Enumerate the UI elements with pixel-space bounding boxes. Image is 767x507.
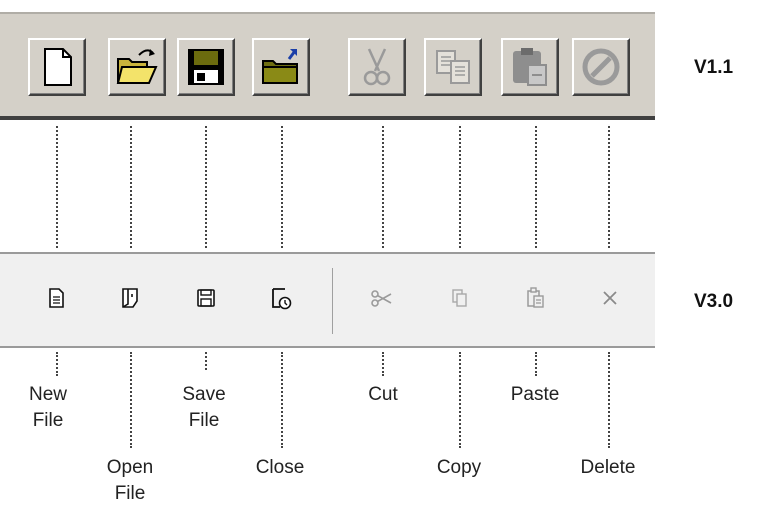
toolbar-v1-bottom-shadow	[0, 116, 655, 120]
caption-copy: Copy	[414, 455, 504, 481]
scissors-icon	[363, 48, 391, 86]
delete-x-icon	[603, 291, 617, 305]
new-file-button-v1[interactable]	[28, 38, 86, 96]
copy-icon	[436, 50, 470, 84]
copy-button-v3[interactable]	[443, 282, 475, 314]
caption-save-file: Save File	[159, 382, 249, 434]
cut-button-v1[interactable]	[348, 38, 406, 96]
connector-delete	[608, 126, 610, 248]
caption-open-file-line2: File	[114, 483, 146, 504]
save-file-button-v1[interactable]	[177, 38, 235, 96]
connector-close	[281, 126, 283, 248]
connector-close-caption	[281, 352, 283, 448]
floppy-disk-icon	[188, 49, 224, 85]
caption-copy-text: Copy	[436, 457, 482, 478]
save-file-button-v3[interactable]	[190, 282, 222, 314]
caption-new-file-line1: New	[28, 384, 67, 405]
connector-paste-caption	[535, 352, 537, 376]
connector-delete-caption	[608, 352, 610, 448]
new-file-icon	[49, 288, 64, 308]
connector-paste	[535, 126, 537, 248]
caption-cut-text: Cut	[368, 384, 398, 405]
new-file-icon	[44, 48, 72, 86]
connector-new-file-caption	[56, 352, 58, 376]
save-icon	[197, 289, 215, 307]
open-file-icon	[122, 288, 138, 308]
caption-save-file-line1: Save	[182, 384, 226, 405]
caption-new-file: New File	[3, 382, 93, 434]
connector-new-file	[56, 126, 58, 248]
delete-icon	[582, 48, 620, 86]
caption-delete: Delete	[563, 455, 653, 481]
caption-open-file-line1: Open	[106, 457, 154, 478]
connector-copy	[459, 126, 461, 248]
caption-save-file-line2: File	[188, 410, 220, 431]
connector-cut	[382, 126, 384, 248]
connector-save-file	[205, 126, 207, 248]
toolbar-v3-separator	[332, 268, 333, 334]
toolbar-v1-top-edge	[0, 12, 655, 14]
paste-button-v1[interactable]	[501, 38, 559, 96]
paste-icon	[527, 287, 544, 308]
close-folder-icon	[262, 49, 298, 84]
open-folder-icon	[116, 49, 158, 84]
version-label-v1: V1.1	[694, 57, 734, 78]
new-file-button-v3[interactable]	[40, 282, 72, 314]
copy-icon	[452, 289, 467, 307]
connector-copy-caption	[459, 352, 461, 448]
copy-button-v1[interactable]	[424, 38, 482, 96]
close-icon	[272, 288, 292, 310]
connector-save-file-caption	[205, 352, 207, 370]
toolbar-v3	[0, 254, 655, 346]
connector-open-file-caption	[130, 352, 132, 448]
version-label-v3: V3.0	[694, 291, 734, 312]
scissors-icon	[371, 290, 392, 307]
caption-close-text: Close	[255, 457, 305, 478]
caption-delete-text: Delete	[580, 457, 636, 478]
close-button-v1[interactable]	[252, 38, 310, 96]
caption-close: Close	[235, 455, 325, 481]
caption-paste: Paste	[490, 382, 580, 408]
delete-button-v3[interactable]	[594, 282, 626, 314]
paste-button-v3[interactable]	[519, 282, 551, 314]
paste-icon	[513, 48, 547, 86]
close-button-v3[interactable]	[265, 282, 297, 314]
open-file-button-v1[interactable]	[108, 38, 166, 96]
caption-open-file: Open File	[85, 455, 175, 507]
connector-open-file	[130, 126, 132, 248]
caption-paste-text: Paste	[510, 384, 560, 405]
connector-cut-caption	[382, 352, 384, 376]
cut-button-v3[interactable]	[366, 282, 398, 314]
caption-new-file-line2: File	[32, 410, 64, 431]
delete-button-v1[interactable]	[572, 38, 630, 96]
open-file-button-v3[interactable]	[114, 282, 146, 314]
toolbar-v3-bottom-border	[0, 346, 655, 348]
caption-cut: Cut	[338, 382, 428, 408]
